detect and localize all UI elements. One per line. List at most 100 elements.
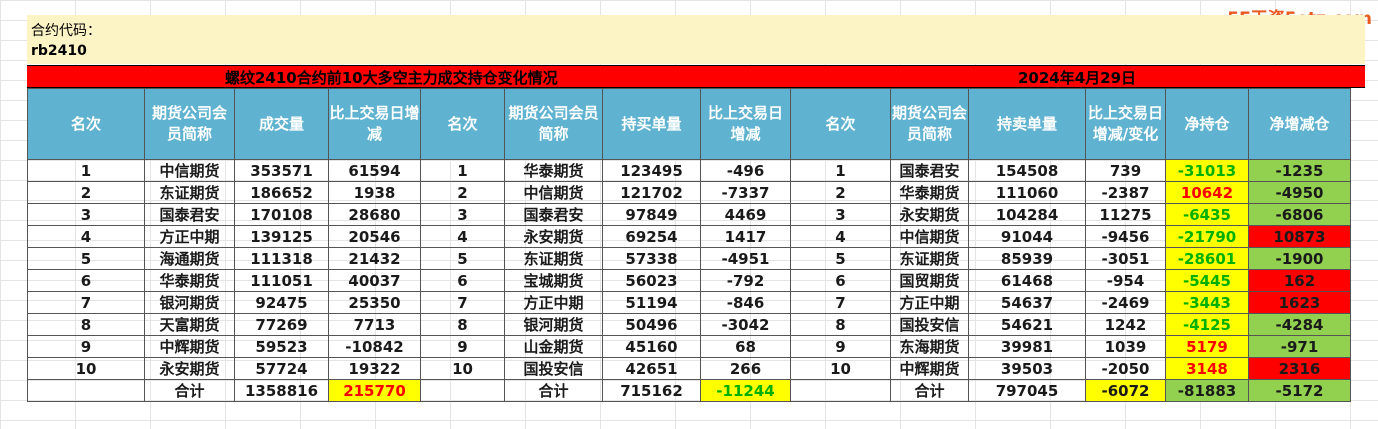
cell-member: 永安期货	[144, 357, 235, 380]
header-member-long: 期货公司会员简称	[504, 88, 603, 160]
cell-net-position: -31013	[1165, 159, 1249, 182]
header-net-change: 净增减仓	[1248, 88, 1351, 160]
cell-short-position: 104284	[968, 203, 1086, 226]
cell-net-position: -28601	[1165, 247, 1249, 270]
cell-short-change: 11275	[1085, 203, 1166, 226]
total-member-long: 合计	[504, 379, 603, 402]
cell-net-change: 1623	[1248, 291, 1351, 314]
cell-net-position: 3148	[1165, 357, 1249, 380]
cell-short-change: -3051	[1085, 247, 1166, 270]
cell-rank: 6	[27, 269, 145, 292]
cell-net-position: -5445	[1165, 269, 1249, 292]
cell-volume-change: 40037	[328, 269, 421, 292]
cell-rank-short: 8	[790, 313, 891, 336]
cell-net-position: 10642	[1165, 181, 1249, 204]
cell-member-long: 永安期货	[504, 225, 603, 248]
contract-label: 合约代码：	[31, 23, 101, 39]
cell-volume: 139125	[234, 225, 329, 248]
cell-volume-change: 7713	[328, 313, 421, 336]
cell-long-position: 57338	[602, 247, 701, 270]
cell-member: 东证期货	[144, 181, 235, 204]
cell-volume-change: -10842	[328, 335, 421, 358]
table-row: 8 天富期货 77269 7713 8 银河期货 50496 -3042 8 国投安信 54621 1…	[27, 313, 1351, 336]
total-volume-change: 215770	[328, 379, 421, 402]
cell-volume-change: 20546	[328, 225, 421, 248]
cell-rank: 3	[27, 203, 145, 226]
cell-rank-short: 7	[790, 291, 891, 314]
header-rank: 名次	[27, 88, 145, 160]
cell-long-change: -4951	[700, 247, 791, 270]
cell-rank-short: 1	[790, 159, 891, 182]
header-rank-short: 名次	[790, 88, 891, 160]
header-member: 期货公司会员简称	[144, 88, 235, 160]
cell-long-change: -7337	[700, 181, 791, 204]
cell-long-change: -792	[700, 269, 791, 292]
cell-rank: 10	[27, 357, 145, 380]
cell-member-short: 东证期货	[890, 247, 969, 270]
cell-rank: 2	[27, 181, 145, 204]
position-table: 名次 期货公司会员简称 成交量 比上交易日增减 名次 期货公司会员简称 持买单量 比上交易日增…	[27, 88, 1351, 402]
cell-long-change: 68	[700, 335, 791, 358]
cell-rank-long: 7	[420, 291, 505, 314]
cell-member-long: 方正中期	[504, 291, 603, 314]
header-volume-change: 比上交易日增减	[328, 88, 421, 160]
title-bar: 螺纹2410合约前10大多空主力成交持仓变化情况 2024年4月29日	[27, 65, 1365, 88]
cell-member-long: 国泰君安	[504, 203, 603, 226]
cell-volume-change: 25350	[328, 291, 421, 314]
cell-member: 天富期货	[144, 313, 235, 336]
cell-long-position: 121702	[602, 181, 701, 204]
table-row: 3 国泰君安 170108 28680 3 国泰君安 97849 4469 3 永安期货 10428…	[27, 203, 1351, 226]
cell-member-long: 宝城期货	[504, 269, 603, 292]
cell-rank: 5	[27, 247, 145, 270]
cell-short-position: 91044	[968, 225, 1086, 248]
cell-member: 中信期货	[144, 159, 235, 182]
total-rank-long	[420, 379, 505, 402]
cell-short-change: -2050	[1085, 357, 1166, 380]
cell-net-change: 2316	[1248, 357, 1351, 380]
total-net-change: -5172	[1248, 379, 1351, 402]
total-short-position: 797045	[968, 379, 1086, 402]
cell-short-change: -954	[1085, 269, 1166, 292]
cell-member-short: 国泰君安	[890, 159, 969, 182]
total-long-change: -11244	[700, 379, 791, 402]
cell-long-change: 1417	[700, 225, 791, 248]
cell-long-change: -846	[700, 291, 791, 314]
header-long-change: 比上交易日增减	[700, 88, 791, 160]
cell-member: 方正中期	[144, 225, 235, 248]
cell-short-position: 54637	[968, 291, 1086, 314]
cell-member-long: 华泰期货	[504, 159, 603, 182]
cell-volume-change: 1938	[328, 181, 421, 204]
cell-member-short: 方正中期	[890, 291, 969, 314]
cell-short-position: 54621	[968, 313, 1086, 336]
table-row: 7 银河期货 92475 25350 7 方正中期 51194 -846 7 方正中期 54637-…	[27, 291, 1351, 314]
cell-rank-long: 6	[420, 269, 505, 292]
table-row: 4 方正中期 139125 20546 4 永安期货 69254 1417 4 中信期货 91044…	[27, 225, 1351, 248]
cell-rank: 9	[27, 335, 145, 358]
cell-long-position: 45160	[602, 335, 701, 358]
cell-long-change: -3042	[700, 313, 791, 336]
cell-long-change: -496	[700, 159, 791, 182]
cell-net-change: 10873	[1248, 225, 1351, 248]
cell-rank-long: 4	[420, 225, 505, 248]
cell-long-position: 69254	[602, 225, 701, 248]
table-row: 6 华泰期货 111051 40037 6 宝城期货 56023 -792 6 国贸期货 61468…	[27, 269, 1351, 292]
cell-long-change: 266	[700, 357, 791, 380]
total-row: 合计 1358816 215770 合计 715162 -11244 合计 797045 -60…	[27, 379, 1351, 402]
header-short-position: 持卖单量	[968, 88, 1086, 160]
cell-short-change: -2387	[1085, 181, 1166, 204]
cell-rank: 1	[27, 159, 145, 182]
cell-rank-short: 9	[790, 335, 891, 358]
cell-net-position: -6435	[1165, 203, 1249, 226]
table-row: 9 中辉期货 59523 -10842 9 山金期货 45160 68 9 东海期货 39981 10…	[27, 335, 1351, 358]
cell-short-position: 154508	[968, 159, 1086, 182]
cell-short-change: -2469	[1085, 291, 1166, 314]
cell-volume: 353571	[234, 159, 329, 182]
cell-long-position: 97849	[602, 203, 701, 226]
cell-long-position: 56023	[602, 269, 701, 292]
cell-rank-long: 8	[420, 313, 505, 336]
cell-volume-change: 61594	[328, 159, 421, 182]
total-long-position: 715162	[602, 379, 701, 402]
total-member: 合计	[144, 379, 235, 402]
cell-volume: 57724	[234, 357, 329, 380]
contract-info-box: 合约代码： rb2410	[27, 15, 1365, 64]
